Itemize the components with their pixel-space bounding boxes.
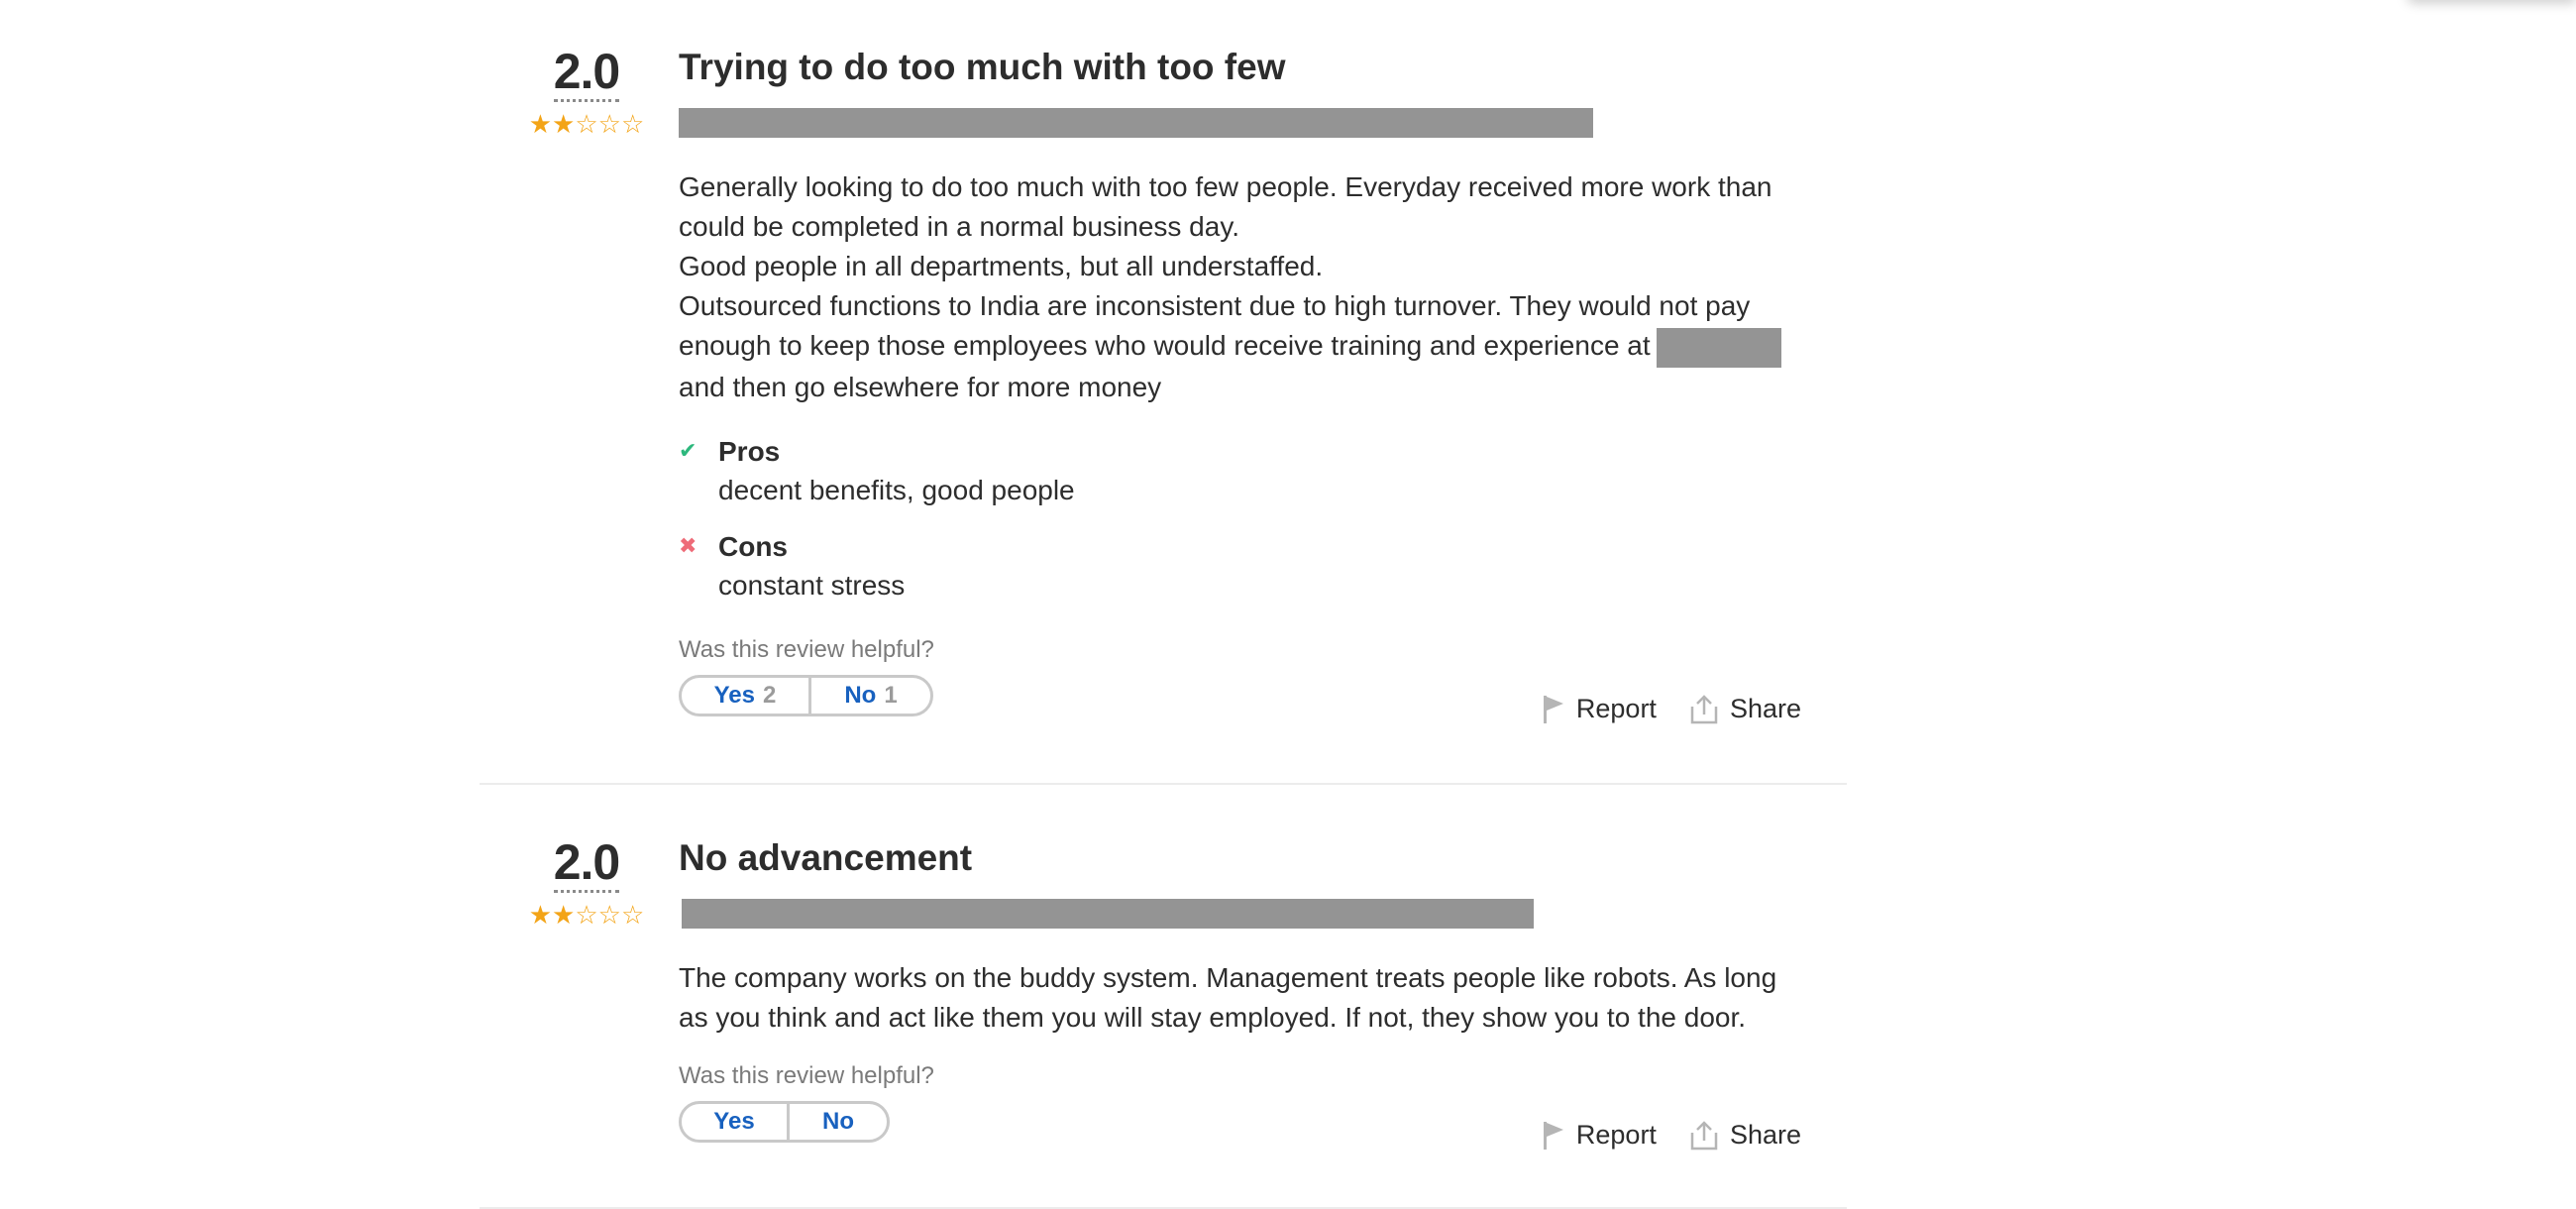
redacted-company-name [1656, 327, 1781, 368]
vote-yes-button[interactable]: Yes [682, 1104, 787, 1140]
check-icon: ✔ [679, 437, 698, 463]
review-paragraph: Generally looking to do too much with to… [679, 171, 1772, 242]
review-actions: Report Share [1543, 694, 1801, 724]
flag-icon [1543, 695, 1563, 723]
helpful-label: Was this review helpful? [679, 635, 934, 663]
review-actions: Report Share [1543, 1120, 1801, 1151]
rating-block: 2.0 ★★☆☆☆ [527, 44, 646, 138]
star-rating: ★★☆☆☆ [527, 901, 646, 929]
report-label: Report [1575, 1120, 1657, 1150]
review-content: No advancement The company works on the … [679, 836, 1808, 1143]
cons-section: ✖ Cons constant stress [679, 528, 1808, 605]
vote-yes-label: Yes [713, 1108, 755, 1135]
redacted-author-info [682, 899, 1534, 929]
share-label: Share [1729, 1120, 1801, 1150]
share-button[interactable]: Share [1690, 1120, 1801, 1151]
review-sentence: Outsourced functions to India are incons… [679, 290, 1751, 361]
vote-no-label: No [822, 1108, 854, 1135]
report-button[interactable]: Report [1543, 694, 1657, 724]
rating-block: 2.0 ★★☆☆☆ [527, 834, 646, 929]
vote-no-label: No [844, 681, 877, 709]
reviews-page: 2.0 ★★☆☆☆ Trying to do too much with too… [0, 0, 2576, 1209]
share-label: Share [1729, 694, 1801, 723]
review-card: 2.0 ★★☆☆☆ No advancement The company wor… [480, 785, 1847, 1209]
review-paragraph: and then go elsewhere for more money [679, 371, 1162, 402]
helpful-vote-group: Yes No [679, 1101, 890, 1143]
share-icon [1690, 1120, 1718, 1150]
vote-no-button[interactable]: No 1 [808, 677, 930, 714]
helpful-vote-group: Yes 2 No 1 [679, 674, 933, 716]
review-title: Trying to do too much with too few [679, 47, 1286, 87]
pros-section: ✔ Pros decent benefits, good people [679, 433, 1808, 510]
star-empty-icon: ☆ [597, 109, 621, 139]
rating-value[interactable]: 2.0 [553, 44, 620, 102]
star-empty-icon: ☆ [620, 900, 645, 930]
close-icon: ✖ [679, 532, 698, 558]
review-content: Trying to do too much with too few Gener… [679, 46, 1808, 716]
star-icon: ★ [552, 109, 576, 139]
cons-text: constant stress [718, 569, 906, 601]
star-empty-icon: ☆ [597, 900, 621, 930]
flag-icon [1543, 1121, 1563, 1150]
vote-yes-label: Yes [713, 681, 756, 709]
star-empty-icon: ☆ [575, 900, 598, 930]
rating-value[interactable]: 2.0 [553, 834, 620, 893]
redacted-author-info [679, 108, 1593, 138]
review-paragraph: The company works on the buddy system. M… [679, 962, 1777, 1033]
star-empty-icon: ☆ [575, 109, 598, 139]
report-label: Report [1575, 694, 1657, 723]
review-body: The company works on the buddy system. M… [679, 958, 1808, 1038]
report-button[interactable]: Report [1543, 1120, 1657, 1151]
vote-yes-count: 2 [763, 681, 777, 709]
vote-no-count: 1 [884, 681, 898, 709]
helpful-label: Was this review helpful? [679, 1062, 934, 1089]
review-body: Generally looking to do too much with to… [679, 167, 1808, 407]
review-paragraph: Good people in all departments, but all … [679, 251, 1324, 281]
star-empty-icon: ☆ [620, 109, 645, 139]
cons-label: Cons [718, 530, 788, 562]
vote-yes-button[interactable]: Yes 2 [682, 678, 808, 714]
review-title: No advancement [679, 837, 973, 878]
pros-text: decent benefits, good people [718, 474, 1075, 505]
star-rating: ★★☆☆☆ [527, 110, 646, 138]
vote-no-button[interactable]: No [787, 1104, 887, 1140]
review-paragraph: Outsourced functions to India are incons… [679, 286, 1808, 368]
share-button[interactable]: Share [1690, 694, 1801, 724]
review-card: 2.0 ★★☆☆☆ Trying to do too much with too… [480, 0, 1847, 785]
star-icon: ★ [552, 900, 576, 930]
pros-label: Pros [718, 435, 781, 467]
share-icon [1690, 694, 1718, 723]
star-icon: ★ [528, 900, 553, 930]
star-icon: ★ [528, 109, 553, 139]
